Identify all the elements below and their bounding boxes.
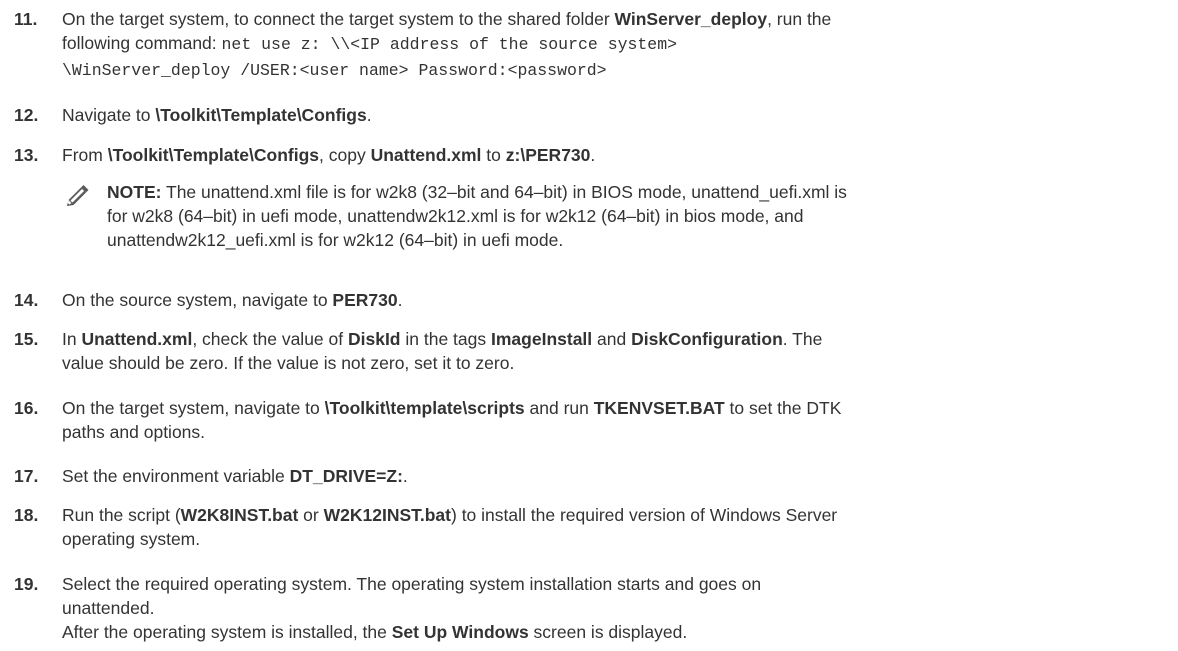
step-text: On the target system, navigate to \Toolk… bbox=[62, 396, 1162, 444]
text-run: operating system. bbox=[62, 529, 201, 549]
step-line: Set the environment variable DT_DRIVE=Z:… bbox=[62, 464, 1162, 488]
step-number: 14. bbox=[14, 290, 39, 310]
bold-term: PER730 bbox=[332, 290, 398, 310]
text-run: value should be zero. If the value is no… bbox=[62, 353, 515, 373]
text-run: Run the script ( bbox=[62, 505, 181, 525]
text-run: unattended. bbox=[62, 598, 155, 618]
step-number: 18. bbox=[14, 505, 39, 525]
text-run: screen is displayed. bbox=[528, 622, 688, 642]
text-run: Select the required operating system. Th… bbox=[62, 574, 762, 594]
text-run: On the source system, navigate to bbox=[62, 290, 333, 310]
bold-term: z:\PER730 bbox=[505, 145, 591, 165]
step-number: 12. bbox=[14, 105, 39, 125]
text-run: . bbox=[397, 290, 403, 310]
text-run: , check the value of bbox=[192, 329, 348, 349]
note-text: NOTE: The unattend.xml file is for w2k8 … bbox=[107, 180, 1172, 252]
step-line: Select the required operating system. Th… bbox=[62, 572, 1162, 596]
step-text: On the target system, to connect the tar… bbox=[62, 7, 1162, 83]
step-line: value should be zero. If the value is no… bbox=[62, 351, 1162, 375]
text-run: Set the environment variable bbox=[62, 466, 290, 486]
step-text: In Unattend.xml, check the value of Disk… bbox=[62, 327, 1162, 375]
pencil-note-icon bbox=[64, 184, 90, 208]
step-number: 17. bbox=[14, 466, 39, 486]
text-run: in the tags bbox=[400, 329, 491, 349]
step-number: 16. bbox=[14, 398, 39, 418]
note-line: unattendw2k12_uefi.xml is for w2k12 (64–… bbox=[107, 228, 1172, 252]
bold-term: \Toolkit\template\scripts bbox=[324, 398, 525, 418]
step-line: Run the script (W2K8INST.bat or W2K12INS… bbox=[62, 503, 1162, 527]
step-line: From \Toolkit\Template\Configs, copy Una… bbox=[62, 143, 1162, 167]
step-number: 15. bbox=[14, 329, 39, 349]
step-number: 13. bbox=[14, 145, 39, 165]
step-line: On the target system, to connect the tar… bbox=[62, 7, 1162, 31]
bold-term: DT_DRIVE=Z: bbox=[289, 466, 403, 486]
step-line: On the target system, navigate to \Toolk… bbox=[62, 396, 1162, 420]
step-line: unattended. bbox=[62, 596, 1162, 620]
step-line: On the source system, navigate to PER730… bbox=[62, 288, 1162, 312]
text-run: for w2k8 (64–bit) in uefi mode, unattend… bbox=[107, 206, 804, 226]
note-line: NOTE: The unattend.xml file is for w2k8 … bbox=[107, 180, 1172, 204]
bold-term: WinServer_deploy bbox=[614, 9, 768, 29]
text-run: unattendw2k12_uefi.xml is for w2k12 (64–… bbox=[107, 230, 564, 250]
step-line: operating system. bbox=[62, 527, 1162, 551]
step-line: \WinServer_deploy /USER:<user name> Pass… bbox=[62, 57, 1162, 83]
bold-term: W2K12INST.bat bbox=[323, 505, 451, 525]
text-run: From bbox=[62, 145, 108, 165]
text-run: Navigate to bbox=[62, 105, 156, 125]
text-run: and bbox=[592, 329, 632, 349]
step-line: Navigate to \Toolkit\Template\Configs. bbox=[62, 103, 1162, 127]
text-run: In bbox=[62, 329, 82, 349]
text-run: , run the bbox=[767, 9, 832, 29]
bold-term: NOTE: bbox=[107, 182, 162, 202]
step-line: paths and options. bbox=[62, 420, 1162, 444]
step-text: Navigate to \Toolkit\Template\Configs. bbox=[62, 103, 1162, 127]
text-run: . The bbox=[782, 329, 823, 349]
bold-term: Unattend.xml bbox=[370, 145, 482, 165]
bold-term: DiskConfiguration bbox=[631, 329, 783, 349]
text-run: . bbox=[590, 145, 596, 165]
step-number: 19. bbox=[14, 574, 39, 594]
text-run: On the target system, navigate to bbox=[62, 398, 325, 418]
text-run: , copy bbox=[319, 145, 371, 165]
step-line: following command: net use z: \\<IP addr… bbox=[62, 31, 1162, 57]
bold-term: Set Up Windows bbox=[391, 622, 529, 642]
step-number: 11. bbox=[14, 9, 38, 29]
step-text: Set the environment variable DT_DRIVE=Z:… bbox=[62, 464, 1162, 488]
text-run: . bbox=[366, 105, 372, 125]
text-run: to bbox=[481, 145, 506, 165]
text-run: On the target system, to connect the tar… bbox=[62, 9, 615, 29]
bold-term: \Toolkit\Template\Configs bbox=[155, 105, 367, 125]
command-text: \WinServer_deploy /USER:<user name> Pass… bbox=[62, 61, 607, 80]
text-run: paths and options. bbox=[62, 422, 206, 442]
text-run: and run bbox=[524, 398, 594, 418]
text-run: . bbox=[402, 466, 408, 486]
text-run: After the operating system is installed,… bbox=[62, 622, 392, 642]
command-text: net use z: \\<IP address of the source s… bbox=[221, 35, 678, 54]
bold-term: W2K8INST.bat bbox=[180, 505, 299, 525]
note-line: for w2k8 (64–bit) in uefi mode, unattend… bbox=[107, 204, 1172, 228]
step-19-followup-text: After the operating system is installed,… bbox=[62, 620, 687, 644]
step-text: From \Toolkit\Template\Configs, copy Una… bbox=[62, 143, 1162, 167]
bold-term: DiskId bbox=[347, 329, 401, 349]
step-text: Select the required operating system. Th… bbox=[62, 572, 1162, 620]
bold-term: TKENVSET.BAT bbox=[593, 398, 725, 418]
step-text: Run the script (W2K8INST.bat or W2K12INS… bbox=[62, 503, 1162, 551]
text-run: The unattend.xml file is for w2k8 (32–bi… bbox=[161, 182, 847, 202]
step-line: In Unattend.xml, check the value of Disk… bbox=[62, 327, 1162, 351]
text-run: or bbox=[298, 505, 324, 525]
document-page: 11. On the target system, to connect the … bbox=[0, 0, 1178, 651]
text-run: following command: bbox=[62, 33, 222, 53]
bold-term: \Toolkit\Template\Configs bbox=[107, 145, 320, 165]
bold-term: Unattend.xml bbox=[81, 329, 193, 349]
text-run: to set the DTK bbox=[724, 398, 842, 418]
bold-term: ImageInstall bbox=[491, 329, 593, 349]
text-run: ) to install the required version of Win… bbox=[451, 505, 838, 525]
step-text: On the source system, navigate to PER730… bbox=[62, 288, 1162, 312]
